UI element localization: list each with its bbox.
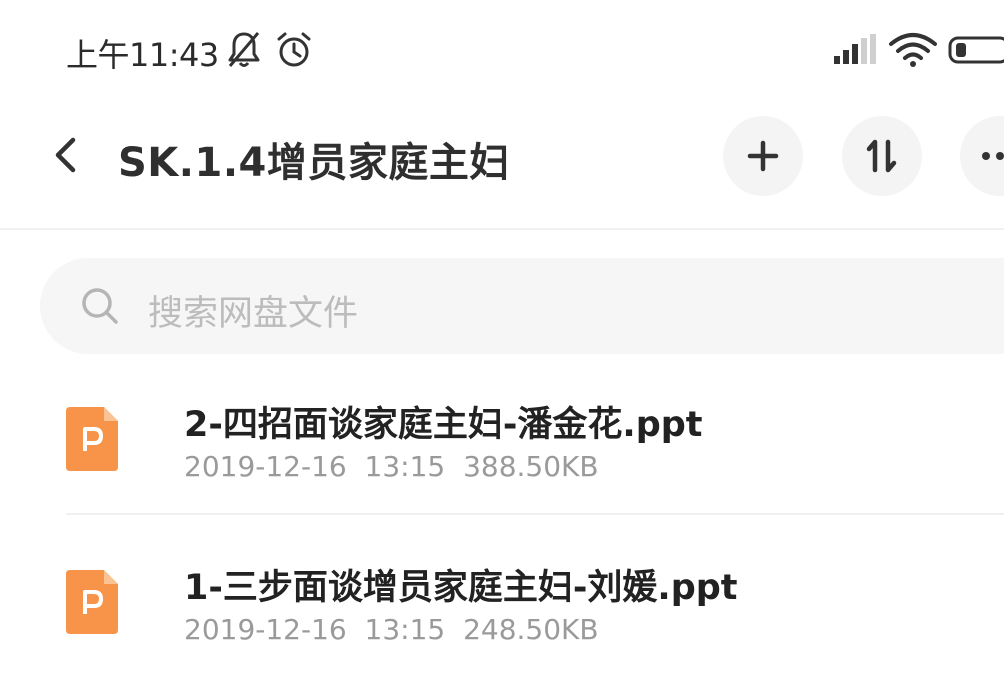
chevron-left-icon bbox=[55, 137, 76, 173]
search-placeholder: 搜索网盘文件 bbox=[148, 294, 359, 334]
row-divider bbox=[66, 513, 1004, 515]
header: SK.1.4增员家庭主妇 bbox=[0, 100, 1004, 220]
status-bar: 上午11:43 bbox=[0, 0, 1004, 100]
back-button[interactable] bbox=[40, 130, 90, 180]
signal-icon bbox=[834, 34, 876, 64]
ppt-file-icon bbox=[66, 407, 118, 471]
search-input[interactable]: 搜索网盘文件 bbox=[40, 258, 1004, 354]
sort-icon bbox=[866, 139, 897, 173]
file-date: 2019-12-16 bbox=[184, 450, 347, 483]
status-time: 上午11:43 bbox=[66, 36, 219, 74]
header-divider bbox=[0, 228, 1004, 230]
file-name: 2-四招面谈家庭主妇-潘金花.ppt bbox=[184, 405, 703, 445]
alarm-clock-icon bbox=[277, 32, 311, 67]
file-meta: 2019-12-16 13:15 388.50KB bbox=[184, 450, 599, 483]
sort-button[interactable] bbox=[842, 116, 922, 196]
file-meta: 2019-12-16 13:15 248.50KB bbox=[184, 613, 599, 646]
add-button[interactable] bbox=[723, 116, 803, 196]
ppt-file-icon bbox=[66, 570, 118, 634]
file-item[interactable]: 2-四招面谈家庭主妇-潘金花.ppt 2019-12-16 13:15 388.… bbox=[0, 370, 1004, 520]
file-size: 248.50KB bbox=[463, 613, 599, 646]
wifi-icon bbox=[889, 33, 937, 67]
more-icon bbox=[982, 152, 1004, 160]
file-date: 2019-12-16 bbox=[184, 613, 347, 646]
more-button[interactable] bbox=[960, 116, 1004, 196]
search-icon bbox=[82, 288, 118, 324]
file-time: 13:15 bbox=[364, 613, 446, 646]
file-item[interactable]: 1-三步面谈增员家庭主妇-刘媛.ppt 2019-12-16 13:15 248… bbox=[0, 533, 1004, 683]
file-name: 1-三步面谈增员家庭主妇-刘媛.ppt bbox=[184, 568, 738, 608]
file-time: 13:15 bbox=[364, 450, 446, 483]
bell-off-icon bbox=[228, 32, 260, 67]
plus-icon bbox=[747, 140, 779, 172]
file-size: 388.50KB bbox=[463, 450, 599, 483]
battery-icon bbox=[948, 36, 1004, 64]
page-title: SK.1.4增员家庭主妇 bbox=[118, 140, 510, 186]
